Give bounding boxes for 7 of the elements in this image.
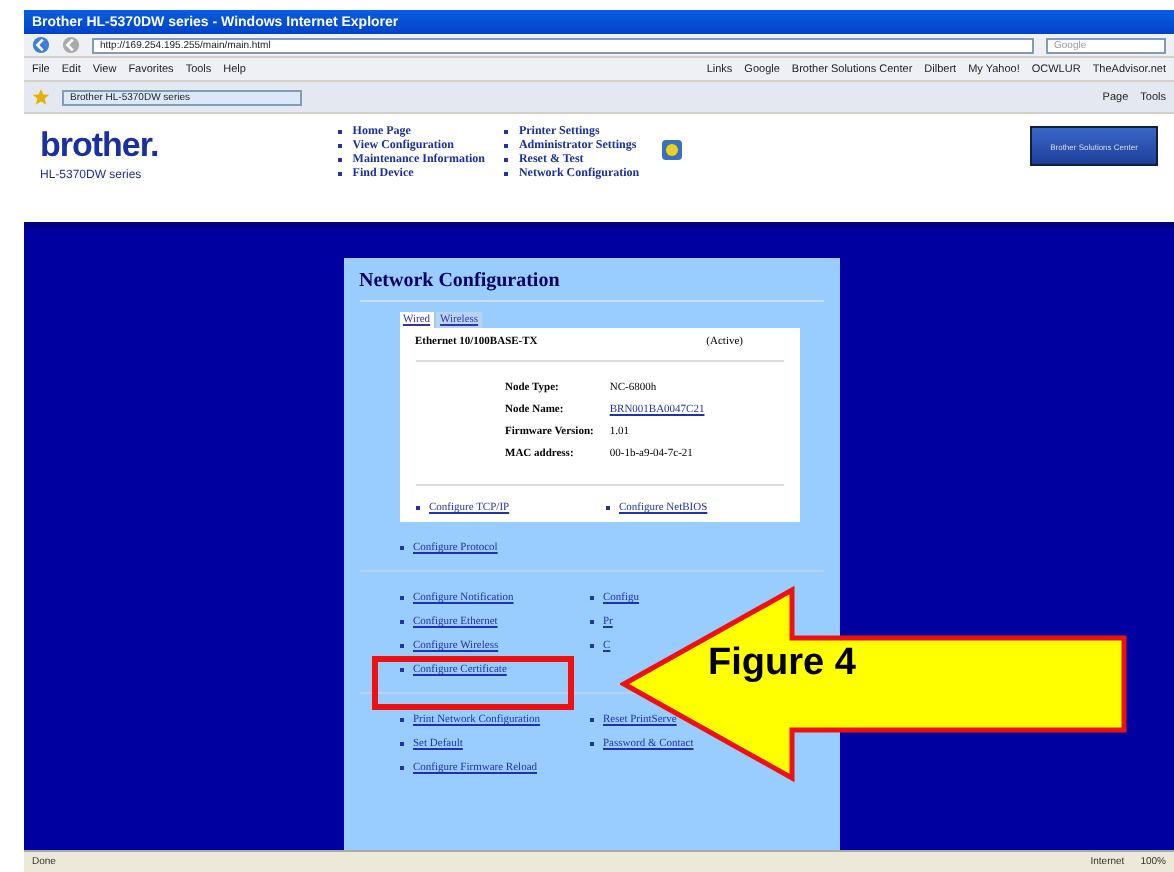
help-icon[interactable]: [659, 138, 684, 162]
brand-logo: brother.: [40, 126, 159, 166]
star-icon[interactable]: [32, 88, 50, 106]
panel-title: Network Configuration: [359, 270, 823, 302]
forward-icon[interactable]: [62, 36, 80, 54]
back-icon[interactable]: [32, 36, 50, 54]
figure-label: Figure 4: [708, 642, 856, 686]
